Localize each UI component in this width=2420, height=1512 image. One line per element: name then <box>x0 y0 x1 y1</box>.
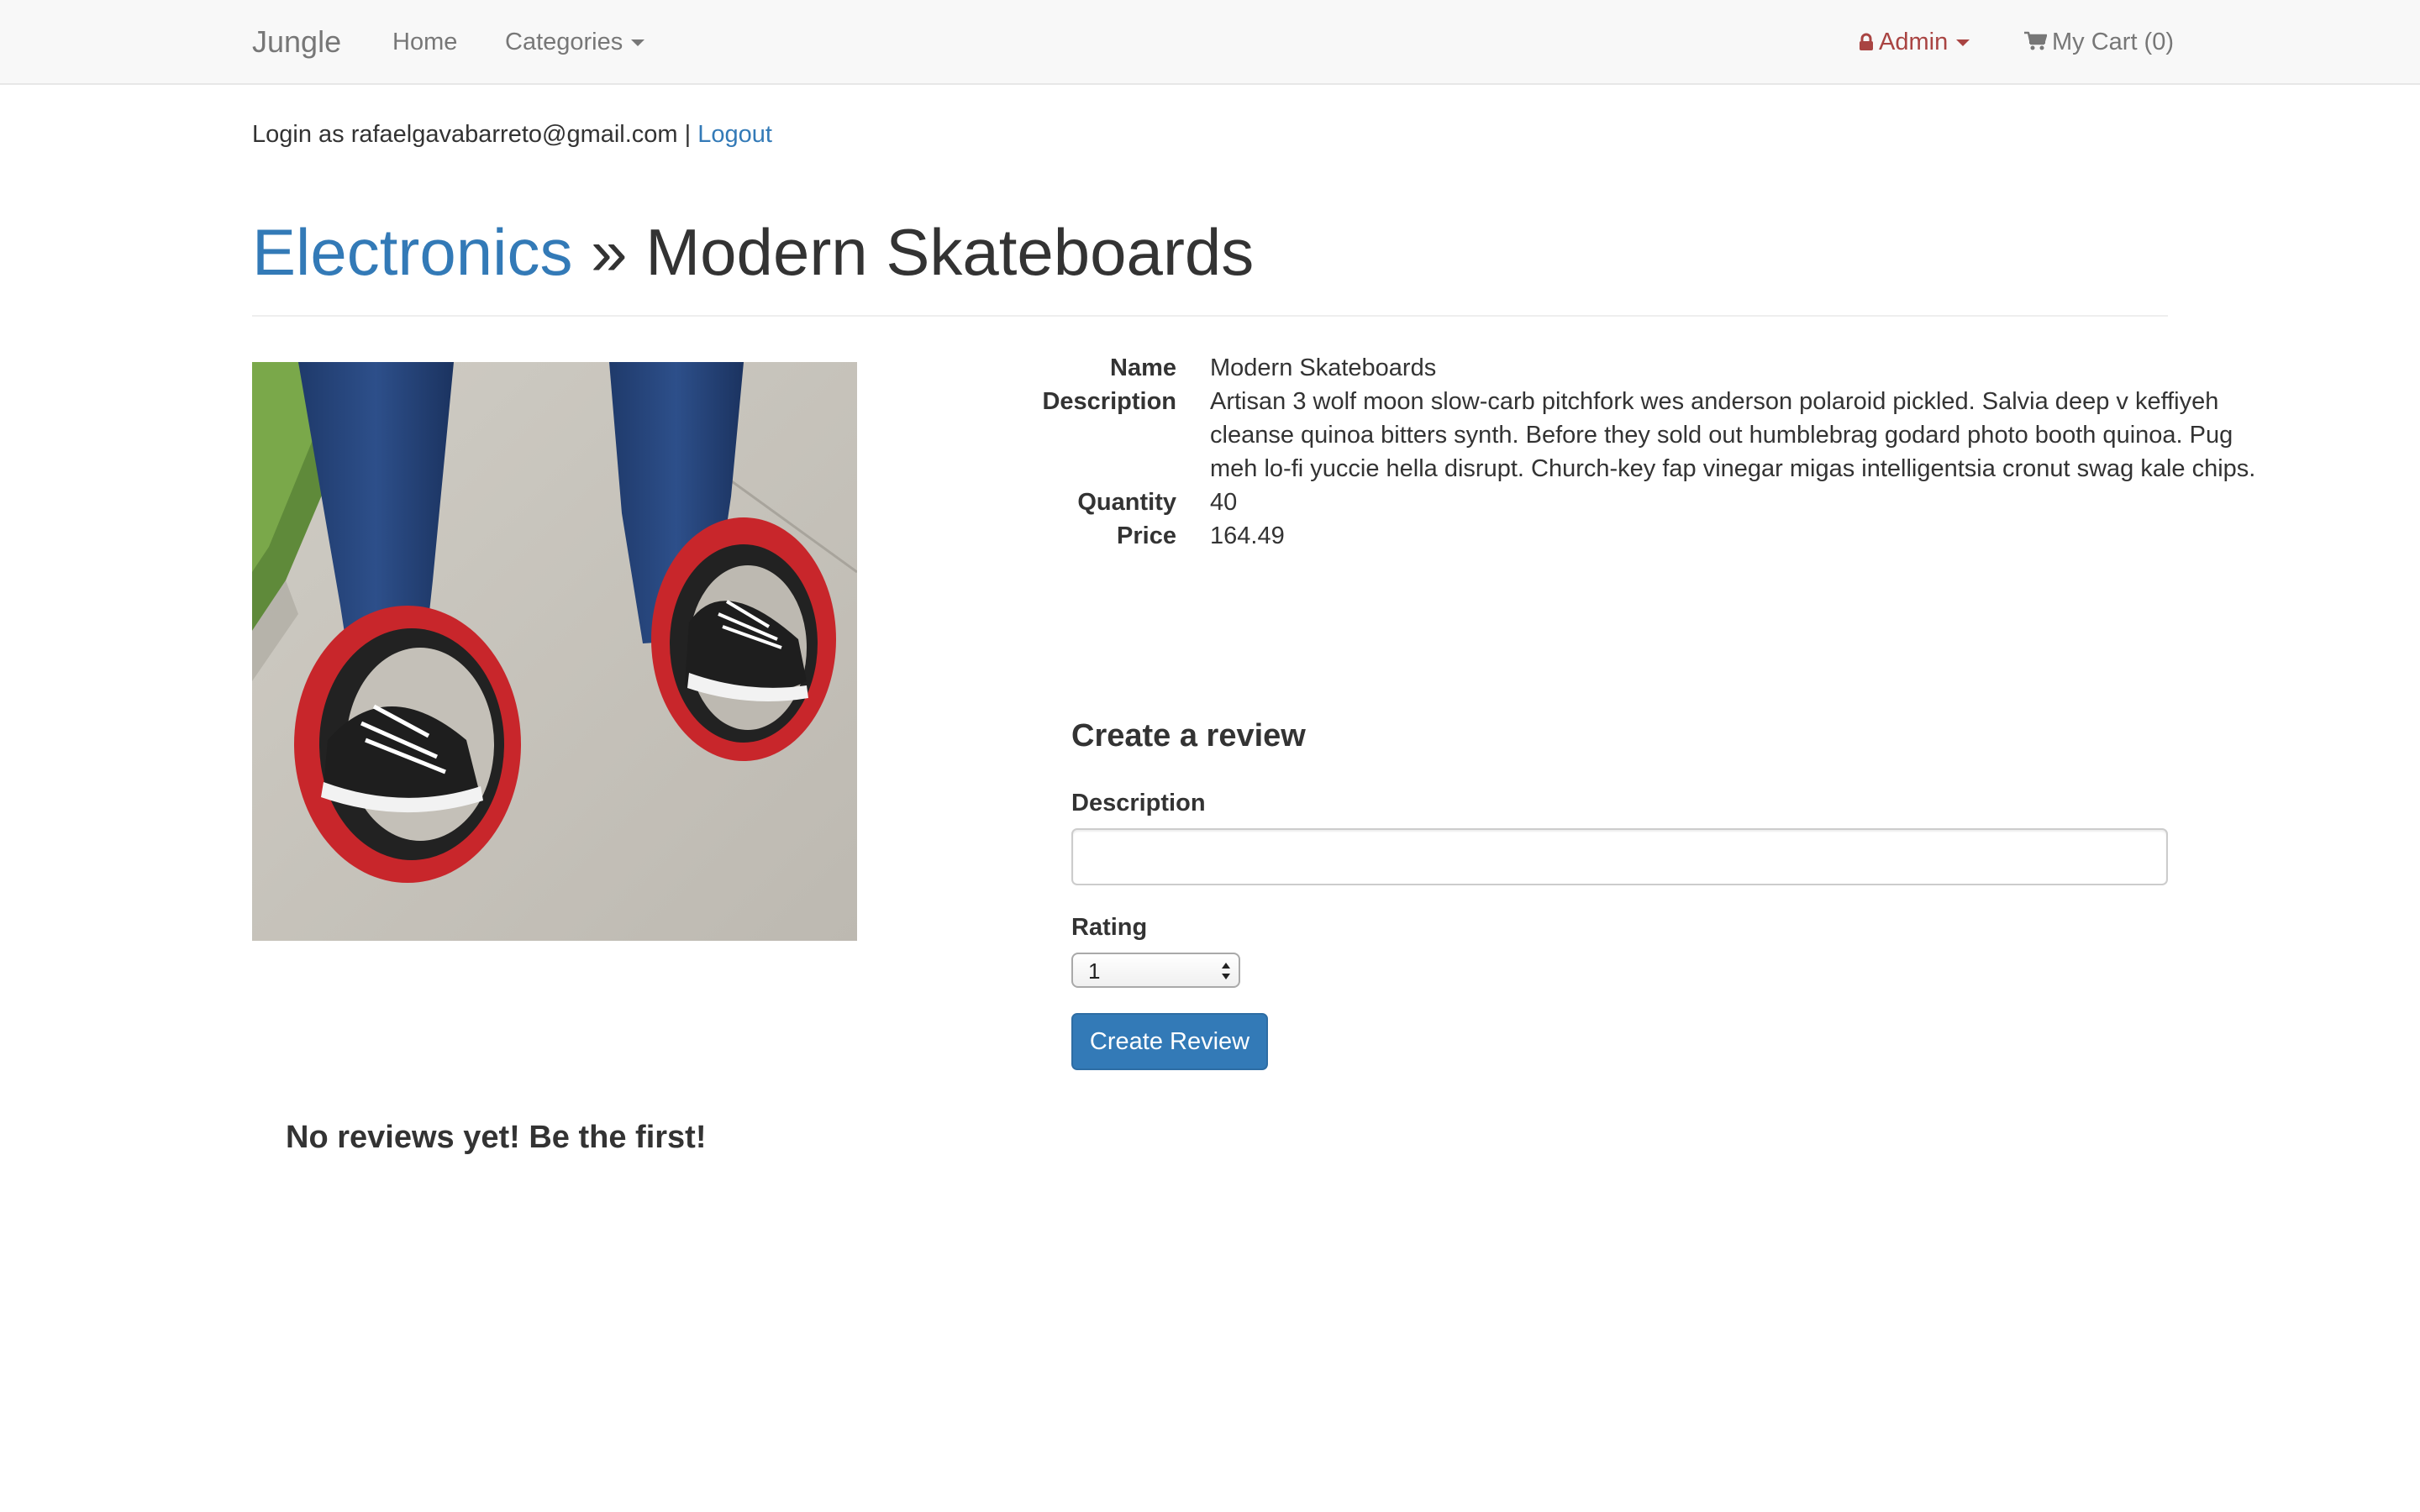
nav-categories-dropdown[interactable]: Categories <box>505 27 645 57</box>
nav-cart-link[interactable]: My Cart (0) <box>2023 27 2174 59</box>
detail-label: Price <box>1117 522 1176 549</box>
brand-link[interactable]: Jungle <box>252 24 341 60</box>
detail-label: Name <box>1110 354 1176 381</box>
create-review-button[interactable]: Create Review <box>1071 1013 1268 1070</box>
breadcrumb-separator: » <box>591 215 628 289</box>
product-image <box>252 362 857 941</box>
detail-price-row: Price 164.49 <box>975 519 2168 553</box>
login-separator: | <box>684 121 692 148</box>
description-input[interactable] <box>1071 828 2168 885</box>
review-form-title: Create a review <box>1071 718 1306 753</box>
navbar: Jungle Home Categories Admin My Cart (0) <box>0 0 2420 85</box>
rating-label: Rating <box>1071 914 1148 941</box>
nav-home-link[interactable]: Home <box>392 27 457 57</box>
rating-select[interactable]: 1 <box>1071 953 1240 988</box>
rating-selected-value: 1 <box>1088 958 1101 984</box>
detail-description-row: Description Artisan 3 wolf moon slow-car… <box>975 385 2255 486</box>
detail-value: 164.49 <box>1210 522 1285 549</box>
nav-categories-label: Categories <box>505 29 623 55</box>
login-status: Login as rafaelgavabarreto@gmail.com | L… <box>252 119 772 150</box>
nav-admin-label: Admin <box>1879 29 1949 55</box>
detail-value: Modern Skateboards <box>1210 354 1437 381</box>
no-reviews-message: No reviews yet! Be the first! <box>286 1120 707 1155</box>
logout-link[interactable]: Logout <box>697 121 772 148</box>
category-breadcrumb-link[interactable]: Electronics <box>252 215 572 289</box>
page-title: Electronics » Modern Skateboards <box>252 210 1254 294</box>
title-divider <box>252 315 2168 317</box>
detail-name-row: Name Modern Skateboards <box>975 351 2168 385</box>
detail-value: Artisan 3 wolf moon slow-carb pitchfork … <box>1210 388 2256 482</box>
detail-value: 40 <box>1210 489 1238 516</box>
chevron-down-icon <box>1956 39 1970 47</box>
chevron-down-icon <box>631 39 645 47</box>
select-arrows-icon <box>1220 959 1232 983</box>
product-details: Name Modern Skateboards Description Arti… <box>975 351 2255 553</box>
product-title: Modern Skateboards <box>645 215 1255 289</box>
description-label: Description <box>1071 790 1206 816</box>
login-text: Login as rafaelgavabarreto@gmail.com <box>252 121 678 148</box>
nav-cart-label: My Cart (0) <box>2052 29 2174 55</box>
detail-label: Description <box>1042 388 1176 415</box>
detail-quantity-row: Quantity 40 <box>975 486 2168 519</box>
nav-admin-dropdown[interactable]: Admin <box>1859 27 1970 59</box>
shopping-cart-icon <box>2023 29 2048 59</box>
detail-label: Quantity <box>1077 489 1176 516</box>
lock-icon <box>1859 29 1874 59</box>
